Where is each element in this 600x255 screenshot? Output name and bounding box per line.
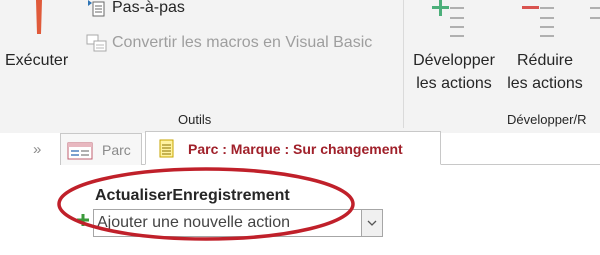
partial-ribbon-button[interactable] bbox=[590, 0, 600, 105]
collapse-actions-icon bbox=[522, 6, 554, 37]
run-button[interactable]: Exécuter bbox=[0, 0, 78, 105]
step-button[interactable]: Pas-à-pas bbox=[86, 0, 185, 20]
run-label: Exécuter bbox=[5, 52, 69, 69]
collapse-actions-line2: les actions bbox=[507, 75, 583, 92]
step-icon bbox=[86, 0, 108, 18]
tab-overflow-chevron-icon[interactable]: » bbox=[33, 141, 41, 158]
convert-icon bbox=[86, 33, 108, 53]
chevron-down-icon bbox=[367, 220, 377, 226]
expand-group-label: Développer/R bbox=[507, 112, 587, 127]
convert-macros-button[interactable]: Convertir les macros en Visual Basic bbox=[86, 31, 372, 55]
exclamation-icon bbox=[36, 0, 42, 34]
collapse-actions-line1: Réduire bbox=[516, 52, 574, 69]
expand-actions-line1: Développer bbox=[413, 52, 495, 69]
convert-label: Convertir les macros en Visual Basic bbox=[112, 34, 373, 51]
expand-actions-icon bbox=[432, 0, 464, 37]
tab-parc[interactable]: Parc bbox=[60, 133, 142, 165]
collapse-actions-label: Réduire les actions bbox=[502, 49, 588, 95]
highlight-ellipse bbox=[57, 167, 355, 241]
tab-macro-sur-changement[interactable]: Parc : Marque : Sur changement bbox=[145, 131, 441, 165]
form-icon bbox=[67, 142, 93, 160]
tab-parc-label: Parc bbox=[102, 142, 131, 158]
expand-actions-line2: les actions bbox=[416, 75, 492, 92]
expand-actions-label: Développer les actions bbox=[408, 49, 500, 95]
partial-button-icon bbox=[590, 7, 600, 19]
combobox-dropdown-button[interactable] bbox=[361, 210, 382, 236]
tab-macro-label: Parc : Marque : Sur changement bbox=[188, 141, 403, 157]
group-separator bbox=[403, 0, 404, 128]
macro-icon bbox=[159, 139, 174, 158]
expand-actions-button[interactable]: Développer les actions bbox=[408, 0, 500, 105]
collapse-actions-button[interactable]: Réduire les actions bbox=[502, 0, 588, 105]
tools-group-label: Outils bbox=[178, 112, 212, 127]
ribbon: Exécuter Pas-à-pas Convertir les macros … bbox=[0, 0, 600, 134]
step-label: Pas-à-pas bbox=[112, 0, 185, 16]
